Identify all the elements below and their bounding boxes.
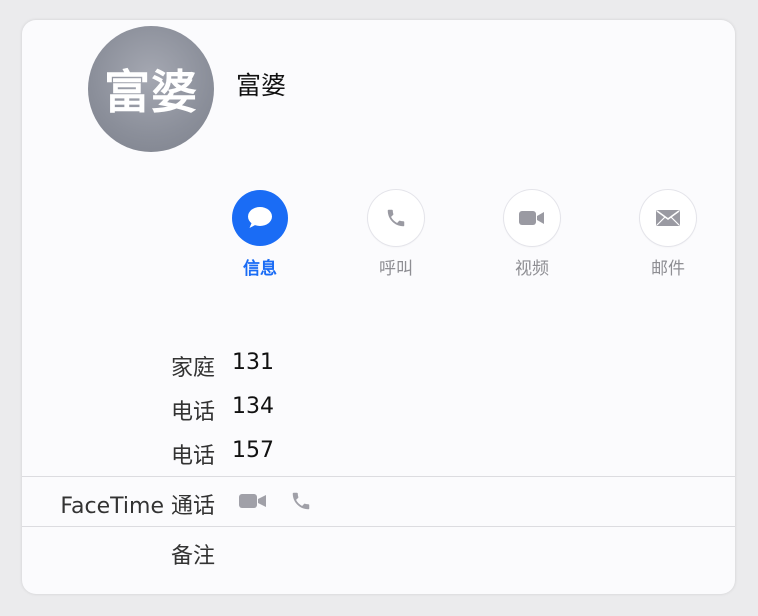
video-action-circle[interactable] [504,190,560,246]
video-camera-icon [519,211,544,225]
call-action-label: 呼叫 [379,259,413,279]
message-action-label: 信息 [243,259,277,279]
phone-row-home[interactable]: 家庭 131 [22,342,735,386]
facetime-video-icon[interactable] [238,491,268,511]
phone-icon [387,209,405,227]
phone-number[interactable]: 157 [232,438,274,463]
call-action-button[interactable]: 呼叫 [356,190,436,279]
phone-row-mobile-2[interactable]: 电话 157 [22,430,735,474]
message-bubble-icon [248,207,272,228]
phone-label: 电话 [170,400,215,425]
call-action-circle[interactable] [368,190,424,246]
facetime-label: FaceTime 通话 [60,494,215,519]
divider [22,476,735,477]
phone-row-mobile-1[interactable]: 电话 134 [22,386,735,430]
message-action-button[interactable]: 信息 [220,190,300,279]
video-action-button[interactable]: 视频 [492,190,572,279]
phone-label: 电话 [170,444,215,469]
avatar: 富婆 [88,26,214,152]
phone-number[interactable]: 131 [232,350,274,375]
phone-number[interactable]: 134 [232,394,274,419]
mail-action-circle[interactable] [640,190,696,246]
contact-name: 富婆 [236,71,287,100]
notes-row[interactable]: 备注 [22,530,735,574]
phone-label: 家庭 [170,356,215,381]
envelope-icon [656,210,680,226]
mail-action-label: 邮件 [651,259,685,279]
video-action-label: 视频 [515,259,549,279]
facetime-audio-icon[interactable] [290,490,312,512]
message-action-circle[interactable] [232,190,288,246]
avatar-text: 富婆 [104,65,198,119]
facetime-row: FaceTime 通话 [22,480,735,524]
mail-action-button[interactable]: 邮件 [628,190,708,279]
notes-label: 备注 [170,544,215,569]
divider [22,526,735,527]
contact-card: 富婆 富婆 信息 呼叫 视频 邮件 家庭 131 电话 134 电话 157 F… [22,20,735,594]
facetime-icons [238,490,312,512]
